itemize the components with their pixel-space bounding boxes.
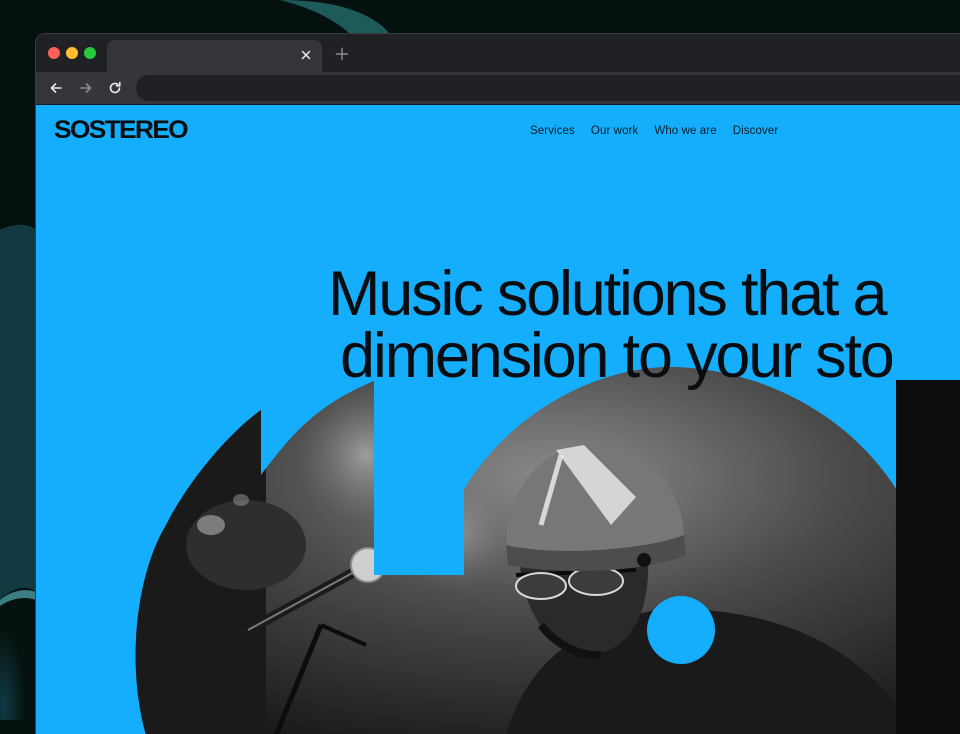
- arrow-left-icon[interactable]: [48, 80, 64, 96]
- tab-bar: [36, 34, 960, 72]
- plus-icon[interactable]: [334, 46, 350, 62]
- hero-headline: Music solutions that a dimension to your…: [328, 259, 895, 391]
- browser-window: SOSTEREO Services Our work Who we are Di…: [36, 34, 960, 734]
- hero-image: [135, 366, 960, 734]
- nav-discover[interactable]: Discover: [733, 125, 779, 137]
- maximize-window-button[interactable]: [84, 47, 96, 59]
- close-icon[interactable]: [298, 47, 314, 63]
- nav-our-work[interactable]: Our work: [591, 125, 638, 137]
- main-nav: Services Our work Who we are Discover: [530, 125, 778, 137]
- browser-toolbar: [36, 72, 960, 105]
- arrow-right-icon[interactable]: [78, 80, 94, 96]
- svg-text:SOSTEREO: SOSTEREO: [54, 116, 188, 144]
- nav-who-we-are[interactable]: Who we are: [654, 125, 716, 137]
- address-bar[interactable]: [136, 75, 960, 101]
- webpage: SOSTEREO Services Our work Who we are Di…: [36, 105, 960, 734]
- nav-services[interactable]: Services: [530, 125, 575, 137]
- minimize-window-button[interactable]: [66, 47, 78, 59]
- record-center-dot: [647, 596, 715, 664]
- hero-headline-line2: dimension to your sto: [340, 321, 895, 391]
- close-window-button[interactable]: [48, 47, 60, 59]
- sostereo-logo[interactable]: SOSTEREO: [54, 116, 194, 144]
- hero-headline-line1: Music solutions that a: [328, 259, 888, 329]
- browser-tab[interactable]: [107, 40, 322, 72]
- reload-icon[interactable]: [107, 80, 123, 96]
